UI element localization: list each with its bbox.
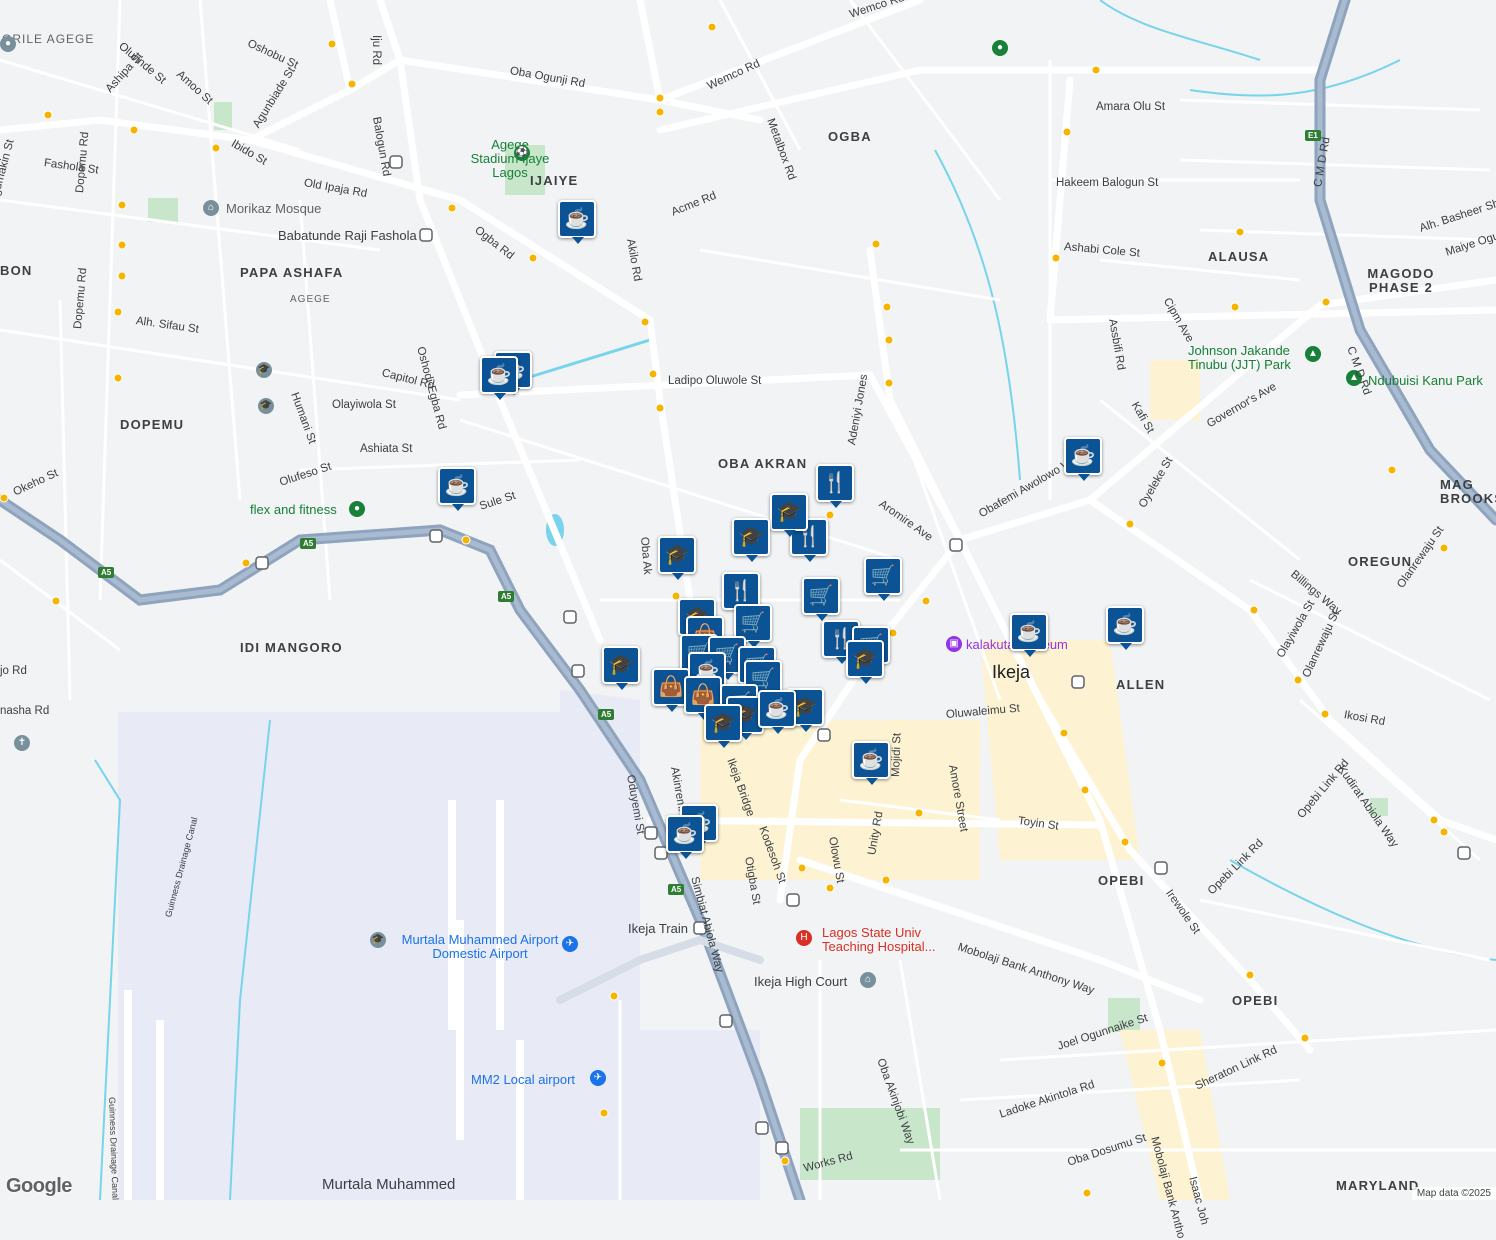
- area-label-opebi-1: OPEBI: [1098, 873, 1145, 888]
- cafe-pin[interactable]: ☕: [758, 690, 796, 734]
- school-icon[interactable]: 🎓: [258, 398, 274, 414]
- courthouse-icon[interactable]: ⌂: [860, 972, 876, 988]
- cafe-pin[interactable]: ☕: [1064, 437, 1102, 481]
- cafe-pin[interactable]: ☕: [666, 815, 704, 859]
- street-label: Amara Olu St: [1096, 101, 1166, 113]
- poi-lasuth[interactable]: Lagos State Univ Teaching Hospital...: [822, 926, 952, 954]
- area-label-idi-mangoro: IDI MANGORO: [240, 640, 343, 655]
- park-2: [148, 198, 178, 222]
- street-label: Iju Rd: [370, 35, 382, 66]
- area-label-opebi-2: OPEBI: [1232, 993, 1279, 1008]
- cafe-pin[interactable]: ☕: [1010, 613, 1048, 657]
- poi-ndubuisi-kanu-park[interactable]: Ndubuisi Kanu Park: [1368, 374, 1483, 388]
- stadium-icon[interactable]: ⚽: [514, 145, 530, 161]
- poi-murtala-muhammed[interactable]: Murtala Muhammed: [322, 1177, 455, 1192]
- highway-shield: A5: [98, 567, 115, 578]
- poi-morikaz-mosque[interactable]: Morikaz Mosque: [226, 202, 321, 216]
- school-pin[interactable]: 🎓: [658, 536, 696, 580]
- school-pin[interactable]: 🎓: [704, 704, 742, 748]
- poi-ikeja-train[interactable]: Ikeja Train: [628, 922, 688, 936]
- place-marker-icon[interactable]: ●: [992, 40, 1008, 56]
- street-label: Mojidi St: [890, 732, 904, 778]
- cafe-pin[interactable]: ☕: [438, 467, 476, 511]
- school-pin[interactable]: 🎓: [732, 518, 770, 562]
- commercial-maryland: [1120, 1030, 1230, 1200]
- canal-1: [519, 338, 651, 382]
- area-label-allen: ALLEN: [1116, 677, 1166, 692]
- area-label-bon: BON: [0, 263, 33, 278]
- stream-3: [1229, 859, 1496, 961]
- school-pin[interactable]: 🎓: [846, 640, 884, 684]
- poi-mma-domestic[interactable]: Murtala Muhammed Airport Domestic Airpor…: [400, 933, 560, 961]
- area-label-papa-ashafa: PAPA ASHAFA: [240, 265, 344, 280]
- highway-shield: A5: [300, 538, 317, 549]
- street-label: Ashiata St: [360, 443, 413, 455]
- cafe-pin[interactable]: ☕: [852, 741, 890, 785]
- place-icon[interactable]: ●: [0, 36, 16, 52]
- area-label-oregun: OREGUN: [1348, 554, 1413, 569]
- school-pin[interactable]: 🎓: [770, 493, 808, 537]
- airport-area-2: [560, 1030, 760, 1200]
- area-label-mag-brooks: MAG BROOKS: [1440, 477, 1496, 506]
- street-label: nasha Rd: [0, 705, 50, 717]
- street-label: jo Rd: [0, 665, 27, 677]
- area-label-agege: AGEGE: [290, 294, 331, 305]
- hospital-icon[interactable]: H: [796, 930, 812, 946]
- school-icon[interactable]: 🎓: [256, 362, 272, 378]
- highway-shield: A5: [498, 591, 515, 602]
- stream-2: [934, 149, 1021, 481]
- map-attribution: Map data ©2025: [1411, 1187, 1496, 1200]
- poi-flex-and-fitness[interactable]: flex and fitness: [250, 503, 337, 517]
- street-label: Ladipo Oluwole St: [668, 375, 762, 387]
- school-icon[interactable]: 🎓: [370, 932, 386, 948]
- stream-1: [1099, 0, 1261, 61]
- area-label-dopemu: DOPEMU: [120, 417, 185, 432]
- park-icon[interactable]: ▲: [1305, 346, 1321, 362]
- area-label-ogba: OGBA: [828, 129, 872, 144]
- poi-agege-stadium[interactable]: Agege Stadium Ijaye Lagos: [470, 138, 550, 180]
- gym-icon[interactable]: ●: [349, 501, 365, 517]
- mosque-icon[interactable]: ⌂: [203, 200, 219, 216]
- poi-ikeja-high-court[interactable]: Ikeja High Court: [754, 975, 847, 989]
- airport-icon[interactable]: ✈: [562, 936, 578, 952]
- area-label-maryland: MARYLAND: [1336, 1178, 1420, 1193]
- church-icon[interactable]: ✝: [14, 735, 30, 751]
- highway-shield: A5: [598, 709, 615, 720]
- city-label-ikeja: Ikeja: [992, 662, 1031, 682]
- poi-babatunde-raji-fashola[interactable]: Babatunde Raji Fashola: [278, 229, 417, 243]
- museum-icon[interactable]: ▣: [946, 636, 962, 652]
- area-label-alausa: ALAUSA: [1208, 249, 1270, 264]
- cafe-pin[interactable]: ☕: [558, 200, 596, 244]
- stream-4: [1189, 59, 1401, 97]
- grocery-pin[interactable]: 🛒: [864, 557, 902, 601]
- street-label: Hakeem Balogun St: [1056, 177, 1159, 189]
- poi-mm2-local-airport[interactable]: MM2 Local airport: [471, 1073, 575, 1087]
- area-label-magodo: MAGODO PHASE 2: [1367, 266, 1435, 295]
- street-label: Olayiwola St: [332, 399, 396, 411]
- airport-icon[interactable]: ✈: [590, 1070, 606, 1086]
- area-label-oba-akran: OBA AKRAN: [718, 456, 808, 471]
- cafe-pin[interactable]: ☕: [480, 356, 518, 400]
- grocery-pin[interactable]: 🛒: [802, 577, 840, 621]
- school-pin[interactable]: 🎓: [602, 646, 640, 690]
- poi-jjt-park[interactable]: Johnson Jakande Tinubu (JJT) Park: [1188, 344, 1308, 372]
- google-logo: Google: [6, 1175, 72, 1197]
- restaurant-pin[interactable]: 🍴: [816, 464, 854, 508]
- cafe-pin[interactable]: ☕: [1106, 606, 1144, 650]
- highway-shield: A5: [668, 884, 685, 895]
